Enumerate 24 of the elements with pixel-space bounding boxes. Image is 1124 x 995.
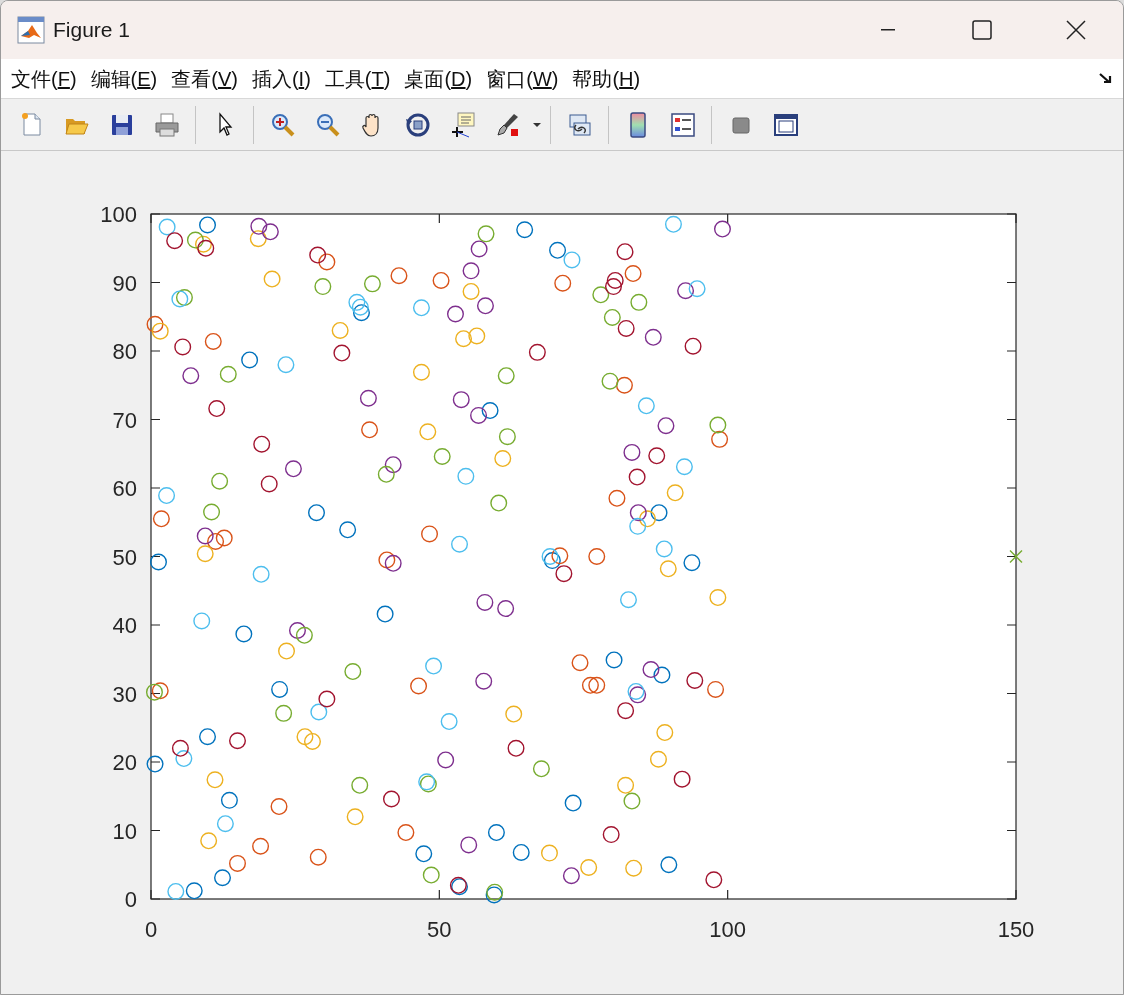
y-tick-label: 40: [112, 613, 137, 638]
x-tick-label: 0: [144, 917, 158, 942]
menu-item[interactable]: 文件(F): [10, 63, 78, 94]
x-tick-label: 50: [427, 917, 452, 942]
menu-item[interactable]: 帮助(H): [571, 63, 642, 94]
menu-item[interactable]: 编辑(E): [89, 63, 159, 94]
x-tick-label: 150: [997, 917, 1035, 942]
y-tick-label: 70: [112, 407, 137, 433]
y-tick-label: 10: [112, 818, 137, 844]
menu-item[interactable]: 工具(T): [323, 63, 392, 94]
menu-item[interactable]: 插入(I): [250, 63, 312, 94]
y-tick-label: 0: [124, 887, 137, 912]
menu-item[interactable]: 查看(V): [170, 63, 239, 94]
y-tick-label: 100: [100, 202, 137, 227]
y-tick-label: 80: [112, 339, 137, 364]
x-tick-label: 100: [709, 917, 747, 942]
y-tick-label: 60: [112, 476, 137, 501]
y-tick-label: 20: [112, 750, 137, 775]
y-tick-label: 90: [112, 270, 137, 296]
window-title: Figure 1: [53, 17, 131, 44]
menu-item[interactable]: 桌面(D): [403, 63, 474, 94]
y-tick-label: 50: [112, 544, 137, 570]
menu-item[interactable]: 窗口(W): [485, 63, 560, 94]
y-tick-label: 30: [112, 681, 137, 707]
